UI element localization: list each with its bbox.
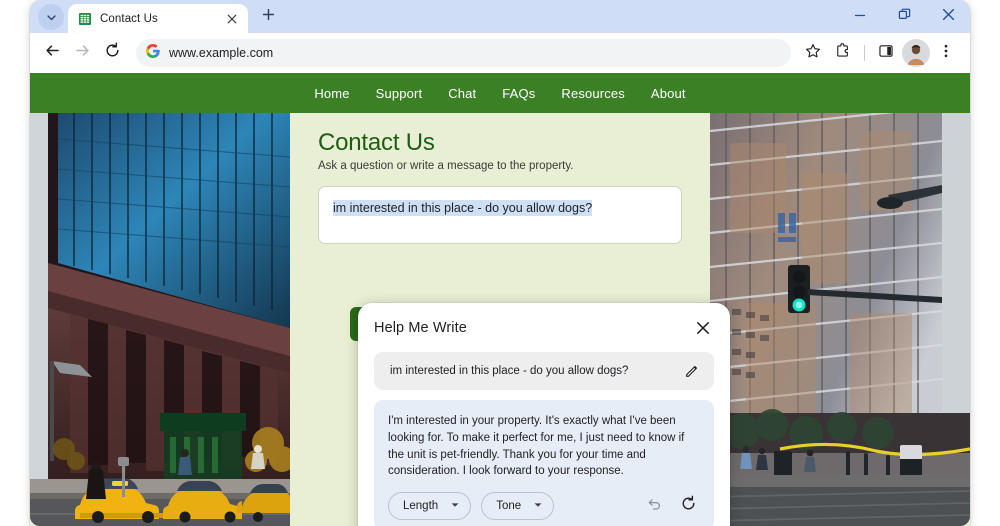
result-controls: Length Tone [388,492,700,521]
minimize-icon [854,8,866,26]
nav-item-faqs[interactable]: FAQs [502,86,535,101]
tone-dropdown-label: Tone [496,500,522,513]
nav-item-support[interactable]: Support [376,86,423,101]
side-panel-button[interactable] [872,39,900,67]
site-navigation: Home Support Chat FAQs Resources About [30,73,970,113]
nav-item-about[interactable]: About [651,86,686,101]
browser-tab-strip: Contact Us [30,0,970,33]
undo-icon [646,496,662,517]
dialog-header: Help Me Write [374,317,714,339]
browser-menu-button[interactable] [932,39,960,67]
browser-toolbar: www.example.com [30,33,970,73]
tone-dropdown[interactable]: Tone [481,492,555,521]
forward-arrow-icon [74,42,91,64]
nav-item-resources[interactable]: Resources [561,86,625,101]
ai-result-text: I'm interested in your property. It's ex… [388,415,685,478]
help-me-write-dialog: Help Me Write im interested in this plac… [358,303,730,526]
length-dropdown[interactable]: Length [388,492,472,521]
toolbar-divider [864,45,865,61]
message-textarea-value: im interested in this place - do you all… [333,200,593,216]
address-bar[interactable]: www.example.com [136,39,791,67]
right-photo [710,113,970,526]
reload-icon [104,42,121,64]
nav-item-chat[interactable]: Chat [448,86,476,101]
star-icon [805,43,821,64]
screenshot-root: Contact Us www.example.com Home Support … [0,0,1000,526]
close-icon[interactable] [224,11,240,27]
browser-window: Contact Us www.example.com Home Support … [30,0,970,526]
tab-search-button[interactable] [38,4,64,30]
refresh-icon [680,495,697,517]
restore-icon [898,8,911,26]
minimize-button[interactable] [838,0,882,33]
ai-result-card: I'm interested in your property. It's ex… [374,400,714,526]
back-arrow-icon [44,42,61,64]
left-photo [30,113,290,526]
maximize-button[interactable] [882,0,926,33]
prompt-input[interactable]: im interested in this place - do you all… [374,352,714,390]
plus-icon [262,8,275,26]
extensions-button[interactable] [829,39,857,67]
page-viewport: Home Support Chat FAQs Resources About C… [30,73,970,526]
profile-avatar[interactable] [902,39,930,67]
message-textarea[interactable]: im interested in this place - do you all… [318,186,682,244]
dialog-title: Help Me Write [374,320,467,336]
forward-button[interactable] [68,39,96,67]
undo-button[interactable] [642,494,666,518]
google-g-icon [145,43,160,63]
window-close-button[interactable] [926,0,970,33]
close-icon[interactable] [692,317,714,339]
chevron-down-icon [450,497,460,515]
page-subtitle: Ask a question or write a message to the… [318,160,574,172]
back-button[interactable] [38,39,66,67]
length-dropdown-label: Length [403,500,439,513]
new-tab-button[interactable] [254,3,282,31]
window-controls [838,0,970,33]
tab-title: Contact Us [100,12,158,25]
extensions-puzzle-icon [835,42,851,64]
bookmark-button[interactable] [799,39,827,67]
side-panel-icon [878,43,894,64]
address-bar-url[interactable]: www.example.com [169,46,273,60]
three-dot-menu-icon [938,43,954,64]
close-icon [942,8,955,26]
prompt-input-value: im interested in this place - do you all… [390,365,629,377]
browser-tab[interactable]: Contact Us [68,4,248,33]
pencil-edit-icon[interactable] [682,361,702,381]
grid-sheet-icon [78,12,92,26]
chevron-down-icon [533,497,543,515]
page-title: Contact Us [318,129,435,156]
refresh-button[interactable] [676,494,700,518]
reload-button[interactable] [98,39,126,67]
nav-item-home[interactable]: Home [314,86,349,101]
chevron-down-icon [46,12,57,23]
